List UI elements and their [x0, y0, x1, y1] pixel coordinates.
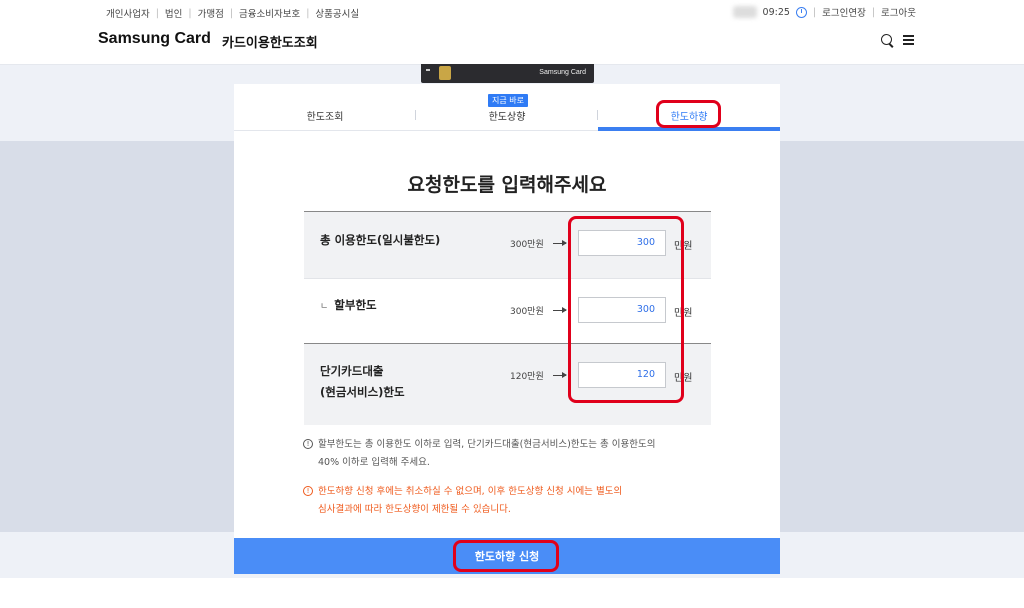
nav-merchant[interactable]: 가맹점: [192, 6, 230, 20]
utility-nav: 개인사업자 | 법인 | 가맹점 | 금융소비자보호 | 상품공시실: [100, 6, 365, 21]
row-current-value: 300만원: [510, 240, 544, 250]
arrow-right-icon: [553, 372, 567, 378]
menu-icon[interactable]: [903, 35, 914, 45]
clock-icon: [795, 6, 807, 18]
info-icon: !: [303, 439, 313, 449]
card-logo: Samsung Card: [539, 69, 586, 76]
row-label-installment-limit: ㄴ 할부한도: [320, 295, 377, 318]
warning-line1: 한도하향 신청 후에는 취소하실 수 없으며, 이후 한도상향 신청 시에는 별…: [318, 486, 623, 497]
form-heading: 요청한도를 입력해주세요: [407, 174, 607, 196]
installment-label-text: 할부한도: [334, 298, 377, 312]
session-area: 09:25 | 로그인연장 | 로그아웃: [732, 5, 916, 19]
session-time: 09:25: [762, 6, 790, 18]
cash-advance-label-line1: 단기카드대출: [320, 364, 384, 378]
row-label-total-limit: 총 이용한도(일시불한도): [320, 233, 441, 247]
input-rule-line1: 할부한도는 총 이용한도 이하로 입력, 단기카드대출(현금서비스)한도는 총 …: [318, 439, 656, 450]
row-label-cash-advance-limit: 단기카드대출 (현금서비스)한도: [320, 361, 405, 403]
nav-personal-business[interactable]: 개인사업자: [100, 6, 156, 20]
card-image: Samsung Card: [421, 64, 594, 83]
sub-row-prefix: ㄴ: [320, 302, 329, 312]
user-name-blurred: [732, 6, 757, 18]
inputs-highlight-box: [568, 216, 684, 403]
input-rule-line2: 40% 이하로 입력해 주세요.: [318, 457, 430, 468]
nav-product-disclosure[interactable]: 상품공시실: [309, 6, 365, 20]
warning-line2: 심사결과에 따라 한도상향이 제한될 수 있습니다.: [318, 504, 511, 515]
logout-link[interactable]: 로그아웃: [881, 5, 916, 19]
limit-panel: 한도조회 지금 바로 한도상향 한도하향 요청한도를 입력해주세요 총 이용한도…: [234, 84, 780, 574]
submit-highlight-box: [453, 540, 559, 572]
arrow-right-icon: [553, 240, 567, 246]
brand-logo[interactable]: Samsung Card: [98, 30, 211, 48]
card-chip-icon: [439, 66, 451, 80]
tab-limit-inquiry[interactable]: 한도조회: [234, 108, 416, 123]
nav-consumer-protection[interactable]: 금융소비자보호: [233, 6, 306, 20]
warning-icon: !: [303, 486, 313, 496]
card-mark-icon: [426, 69, 430, 71]
tab-limit-increase[interactable]: 한도상향: [416, 108, 598, 123]
row-current-value: 120만원: [510, 372, 544, 382]
input-rule-notice: ! 할부한도는 총 이용한도 이하로 입력, 단기카드대출(현금서비스)한도는 …: [303, 436, 708, 472]
row-current-value: 300만원: [510, 307, 544, 317]
cash-advance-label-line2: (현금서비스)한도: [320, 385, 405, 399]
arrow-right-icon: [553, 307, 567, 313]
page-title: 카드이용한도조회: [222, 36, 318, 51]
active-tab-highlight-box: [656, 100, 721, 128]
decrease-warning-notice: ! 한도하향 신청 후에는 취소하실 수 없으며, 이후 한도상향 신청 시에는…: [303, 483, 708, 519]
top-bar: 개인사업자 | 법인 | 가맹점 | 금융소비자보호 | 상품공시실 09:25 | 로…: [0, 0, 1024, 65]
tab-badge-now: 지금 바로: [488, 94, 528, 107]
nav-corporate[interactable]: 법인: [159, 6, 188, 20]
extend-login-link[interactable]: 로그인연장: [822, 5, 866, 19]
search-icon[interactable]: [881, 34, 892, 45]
